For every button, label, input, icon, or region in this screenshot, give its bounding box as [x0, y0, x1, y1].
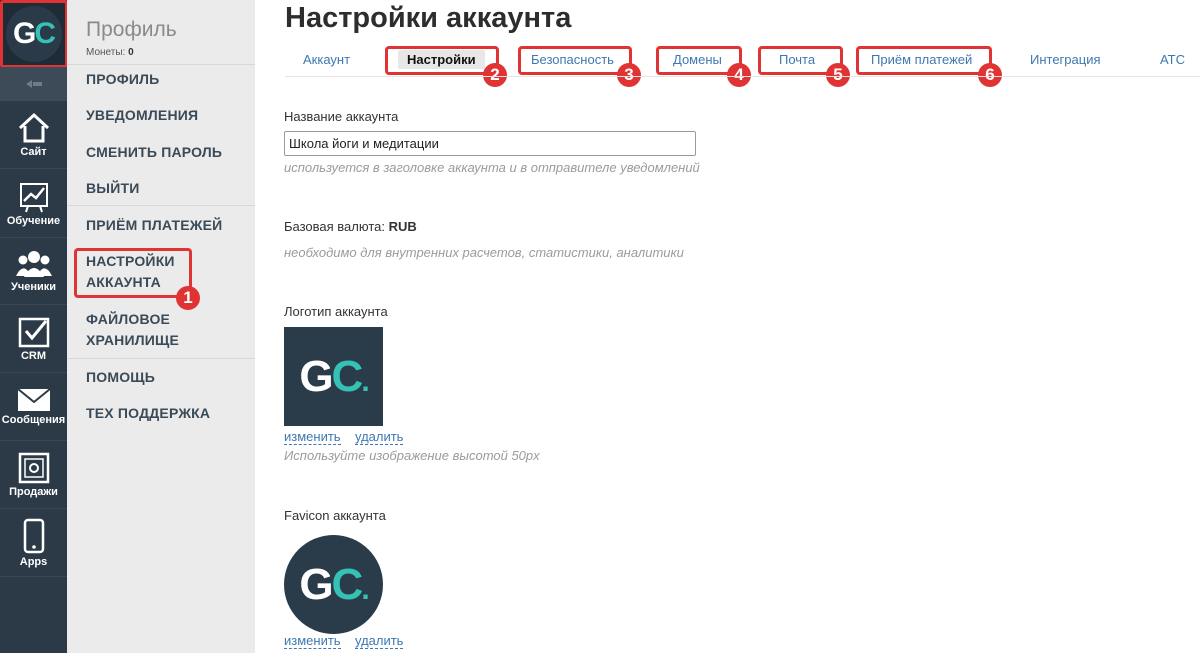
account-logo-image: GC.: [284, 327, 383, 426]
favicon-label: Favicon аккаунта: [284, 508, 386, 523]
collapse-rail-button[interactable]: [0, 67, 67, 101]
currency-hint: необходимо для внутренних расчетов, стат…: [284, 245, 684, 260]
rail-label: Apps: [19, 555, 48, 568]
rail-item-messages[interactable]: Сообщения: [0, 373, 67, 441]
sidebar-item-support[interactable]: ТЕХ ПОДДЕРЖКА: [86, 403, 210, 424]
logo-delete-link[interactable]: удалить: [355, 430, 404, 445]
icon-rail: GC Сайт Обучение Ученики CRM Сообщения П…: [0, 0, 68, 653]
tab-integration[interactable]: Интеграция: [1030, 52, 1101, 67]
sidebar-item-payments[interactable]: ПРИЁМ ПЛАТЕЖЕЙ: [86, 215, 222, 236]
sidebar-item-logout[interactable]: ВЫЙТИ: [86, 178, 140, 199]
currency-row: Базовая валюта: RUB: [284, 219, 417, 234]
rail-item-learning[interactable]: Обучение: [0, 170, 67, 238]
settings-tabs: Аккаунт Настройки Безопасность Домены По…: [285, 47, 1200, 77]
sidebar-item-label: ХРАНИЛИЩЕ: [86, 332, 180, 348]
gc-logo-icon: GC.: [299, 351, 369, 401]
coins-label: Монеты:: [86, 47, 126, 58]
sidebar-title: Профиль: [86, 18, 177, 41]
logo-hint: Используйте изображение высотой 50px: [284, 448, 540, 463]
rail-item-site[interactable]: Сайт: [0, 101, 67, 169]
tab-pbx[interactable]: АТС: [1160, 52, 1185, 67]
collapse-arrow-icon: [25, 80, 42, 88]
logo-label: Логотип аккаунта: [284, 304, 388, 319]
account-name-label: Название аккаунта: [284, 109, 399, 124]
chart-icon: [19, 182, 48, 212]
tab-settings[interactable]: Настройки: [398, 50, 485, 69]
favicon-delete-link[interactable]: удалить: [355, 634, 404, 649]
currency-value: RUB: [388, 219, 417, 234]
phone-icon: [23, 518, 44, 553]
sidebar-item-profile[interactable]: ПРОФИЛЬ: [86, 69, 159, 90]
sidebar-item-file-storage[interactable]: ФАЙЛОВОЕ ХРАНИЛИЩЕ: [86, 309, 179, 351]
rail-label: Сайт: [20, 145, 47, 158]
coins-counter: Монеты: 0: [86, 47, 134, 58]
highlight-box-1: [74, 248, 192, 298]
logo-change-link[interactable]: изменить: [284, 430, 341, 445]
tab-domains[interactable]: Домены: [673, 52, 722, 67]
sidebar-item-label: ФАЙЛОВОЕ: [86, 311, 171, 327]
envelope-icon: [16, 387, 51, 411]
sidebar-item-change-password[interactable]: СМЕНИТЬ ПАРОЛЬ: [86, 142, 222, 163]
logo-highlight: [0, 0, 68, 68]
divider: [67, 205, 255, 206]
favicon-change-link[interactable]: изменить: [284, 634, 341, 649]
tab-mail[interactable]: Почта: [779, 52, 815, 67]
rail-label: Обучение: [6, 214, 61, 227]
rail-label: Ученики: [10, 280, 57, 293]
users-icon: [15, 250, 52, 277]
divider: [67, 64, 255, 65]
rail-label: Продажи: [9, 485, 58, 498]
rail-item-crm[interactable]: CRM: [0, 305, 67, 373]
home-icon: [18, 112, 49, 142]
rail-item-apps[interactable]: Apps: [0, 509, 67, 577]
tab-account[interactable]: Аккаунт: [303, 52, 350, 67]
tab-security[interactable]: Безопасность: [531, 52, 614, 67]
divider: [67, 358, 255, 359]
account-name-input[interactable]: [284, 131, 696, 156]
gc-favicon-icon: GC.: [299, 559, 369, 609]
rail-label: Сообщения: [1, 413, 66, 426]
account-favicon-image: GC.: [284, 535, 383, 634]
rail-item-sales[interactable]: Продажи: [0, 441, 67, 509]
tab-payments[interactable]: Приём платежей: [871, 52, 972, 67]
rail-label: CRM: [20, 349, 47, 362]
profile-sidebar: Профиль Монеты: 0 ПРОФИЛЬ УВЕДОМЛЕНИЯ СМ…: [67, 0, 255, 653]
annotation-badge-1: 1: [176, 286, 200, 310]
checkbox-icon: [18, 317, 49, 347]
sidebar-item-notifications[interactable]: УВЕДОМЛЕНИЯ: [86, 105, 198, 126]
coins-value: 0: [128, 47, 134, 58]
currency-label: Базовая валюта:: [284, 219, 385, 234]
sidebar-item-help[interactable]: ПОМОЩЬ: [86, 367, 155, 388]
account-name-hint: используется в заголовке аккаунта и в от…: [284, 160, 700, 175]
rail-item-students[interactable]: Ученики: [0, 237, 67, 305]
page-title: Настройки аккаунта: [285, 2, 572, 34]
safe-icon: [18, 452, 49, 483]
